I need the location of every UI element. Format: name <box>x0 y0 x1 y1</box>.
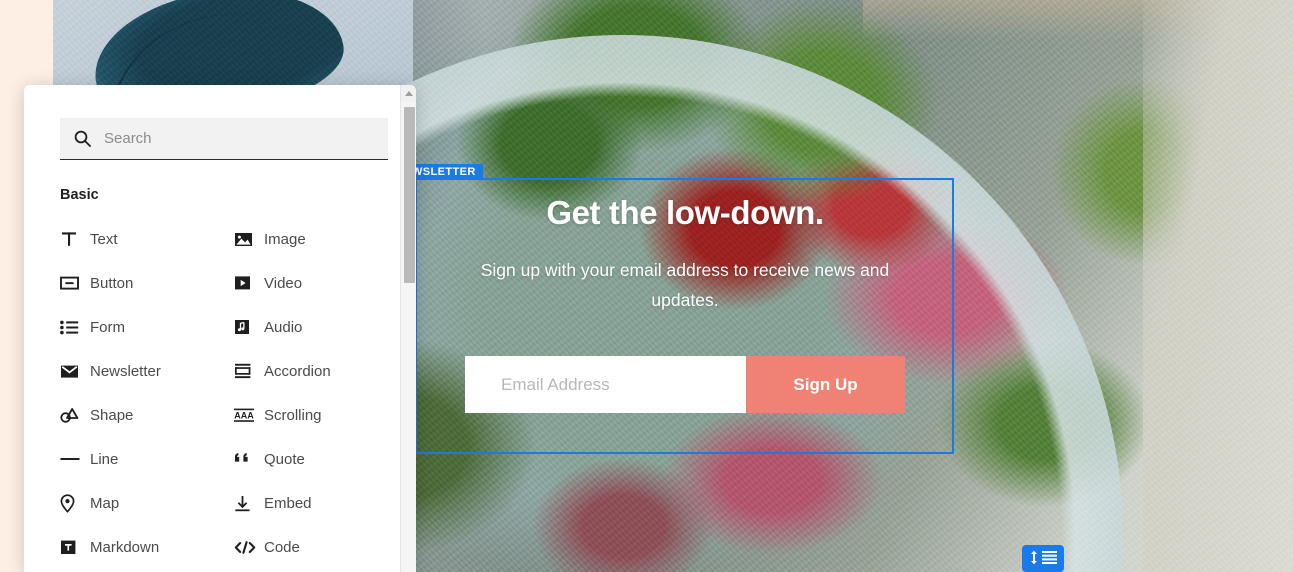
block-item-button[interactable]: Button <box>60 261 234 305</box>
chevron-up-icon <box>405 91 413 96</box>
audio-icon <box>234 319 264 335</box>
block-item-label: Image <box>264 230 306 248</box>
block-item-label: Form <box>90 318 125 336</box>
block-item-audio[interactable]: Audio <box>234 305 408 349</box>
block-grid: Text Image Button Video Form Audio Newsl… <box>60 217 388 569</box>
newsletter-heading[interactable]: Get the low-down. <box>417 194 953 232</box>
search-icon <box>74 130 91 147</box>
scrollbar-up-button[interactable] <box>401 85 416 102</box>
embed-icon <box>234 495 264 512</box>
block-item-embed[interactable]: Embed <box>234 481 408 525</box>
svg-text:AAA: AAA <box>234 410 254 420</box>
block-item-newsletter[interactable]: Newsletter <box>60 349 234 393</box>
block-group-title: Basic <box>60 187 99 203</box>
newsletter-block-content: Get the low-down. Sign up with your emai… <box>417 180 953 452</box>
block-item-text[interactable]: Text <box>60 217 234 261</box>
block-item-label: Embed <box>264 494 312 512</box>
line-icon <box>60 456 90 462</box>
newsletter-signup-form: Sign Up <box>465 356 905 413</box>
shape-icon <box>60 407 90 424</box>
newsletter-icon <box>60 364 90 379</box>
quote-icon <box>234 452 264 466</box>
block-item-shape[interactable]: Shape <box>60 393 234 437</box>
block-item-label: Line <box>90 450 119 468</box>
block-item-form[interactable]: Form <box>60 305 234 349</box>
markdown-icon <box>60 539 90 556</box>
block-item-label: Quote <box>264 450 305 468</box>
block-item-label: Code <box>264 538 300 556</box>
block-item-label: Accordion <box>264 362 331 380</box>
blocks-panel-content: Basic Text <box>24 85 416 572</box>
block-item-code[interactable]: Code <box>234 525 408 569</box>
block-item-quote[interactable]: Quote <box>234 437 408 481</box>
block-item-video[interactable]: Video <box>234 261 408 305</box>
newsletter-subheading[interactable]: Sign up with your email address to recei… <box>465 255 905 315</box>
search-field[interactable] <box>60 118 388 160</box>
sign-up-button[interactable]: Sign Up <box>746 356 905 413</box>
scrolling-icon: AAA <box>234 408 264 423</box>
form-icon <box>60 320 90 335</box>
text-icon <box>60 230 90 248</box>
block-item-label: Text <box>90 230 118 248</box>
block-item-accordion[interactable]: Accordion <box>234 349 408 393</box>
scrollbar-thumb[interactable] <box>404 107 415 283</box>
block-item-map[interactable]: Map <box>60 481 234 525</box>
blocks-panel-scrollbar[interactable] <box>400 85 416 572</box>
code-icon <box>234 540 264 555</box>
block-item-label: Newsletter <box>90 362 161 380</box>
block-item-label: Markdown <box>90 538 160 556</box>
block-item-label: Shape <box>90 406 134 424</box>
block-item-label: Map <box>90 494 120 512</box>
reorder-list-icon <box>1042 550 1057 567</box>
search-input[interactable] <box>104 118 354 159</box>
accordion-icon <box>234 363 264 379</box>
block-item-scrolling[interactable]: AAA Scrolling <box>234 393 408 437</box>
block-item-line[interactable]: Line <box>60 437 234 481</box>
button-icon <box>60 276 90 290</box>
block-item-label: Video <box>264 274 303 292</box>
video-icon <box>234 275 264 291</box>
reorder-sections-button[interactable] <box>1022 545 1064 572</box>
screen-root: Get the low-down. Sign up with your emai… <box>0 0 1293 572</box>
email-address-input[interactable] <box>465 356 746 413</box>
reorder-sections-icon <box>1029 550 1039 568</box>
image-icon <box>234 231 264 248</box>
map-pin-icon <box>60 493 90 513</box>
blocks-panel: Basic Text <box>24 85 416 572</box>
block-item-markdown[interactable]: Markdown <box>60 525 234 569</box>
block-item-image[interactable]: Image <box>234 217 408 261</box>
block-item-label: Audio <box>264 318 303 336</box>
block-item-label: Scrolling <box>264 406 322 424</box>
block-type-badge: WSLETTER <box>405 164 483 180</box>
block-item-label: Button <box>90 274 134 292</box>
